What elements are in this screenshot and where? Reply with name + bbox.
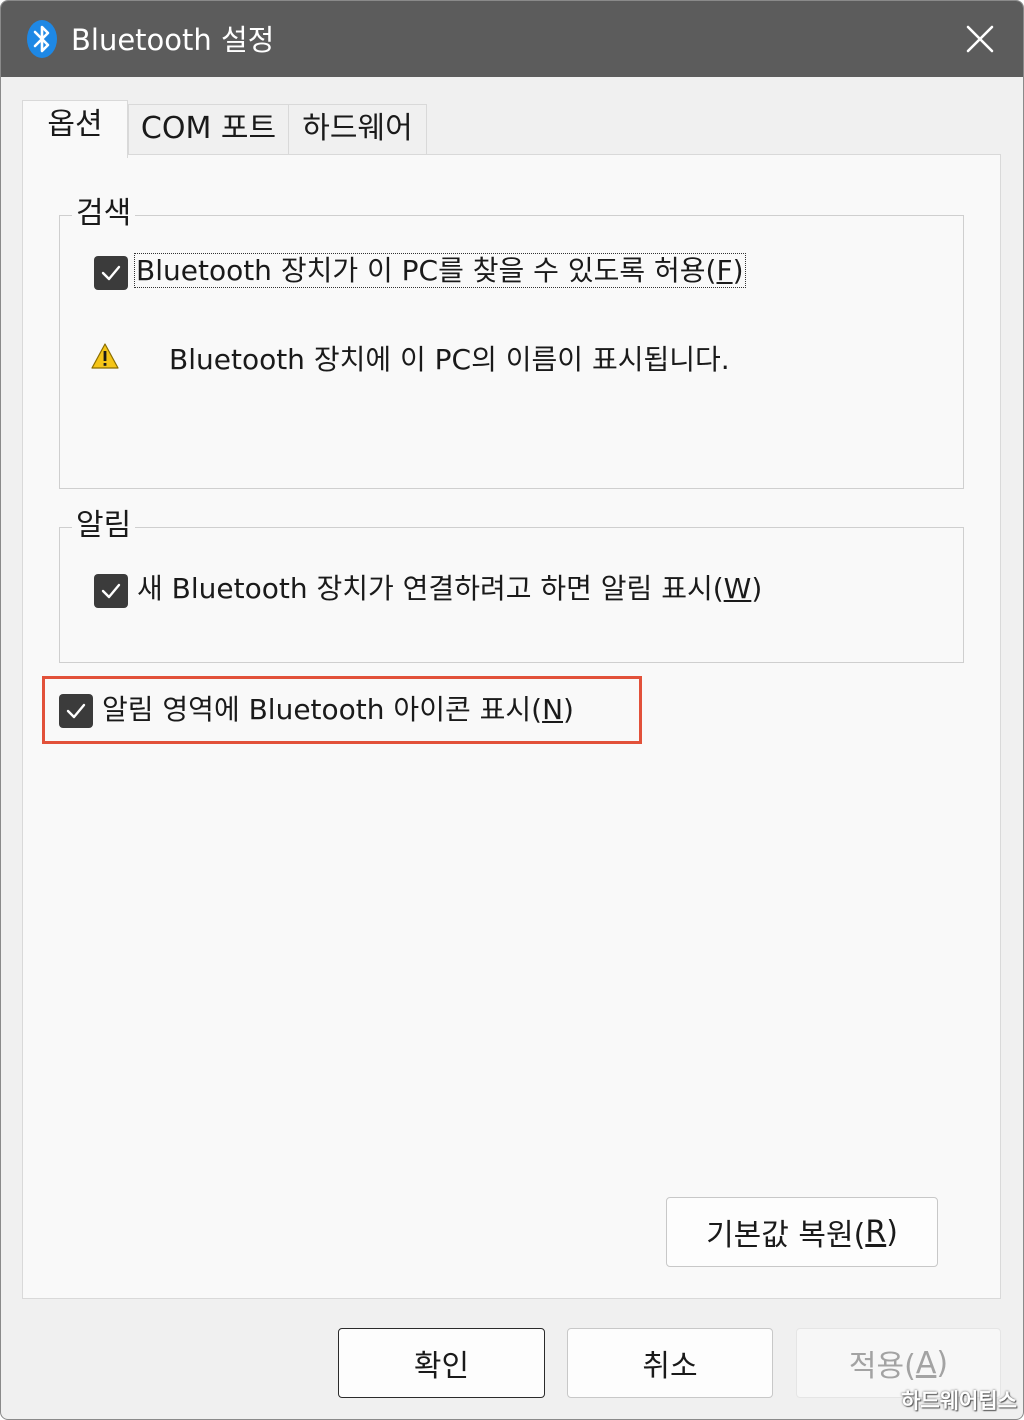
allow-discovery-checkbox[interactable] [94, 256, 128, 290]
warning-icon [91, 343, 119, 369]
checkmark-icon [66, 703, 86, 719]
allow-discovery-label[interactable]: Bluetooth 장치가 이 PC를 찾을 수 있도록 허용(F) [134, 251, 746, 291]
close-button[interactable] [937, 1, 1023, 77]
cancel-button-label: 취소 [642, 1349, 698, 1384]
connection-alert-text: 새 Bluetooth 장치가 연결하려고 하면 알림 표시( [137, 572, 724, 605]
notifications-legend: 알림 [72, 502, 136, 550]
allow-discovery-tail: ) [732, 254, 744, 287]
tray-icon-label[interactable]: 알림 영역에 Bluetooth 아이콘 표시(N) [102, 690, 574, 730]
tab-options-label: 옵션 [47, 107, 103, 142]
title-bar: Bluetooth 설정 [1, 1, 1023, 77]
restore-defaults-tail: ) [886, 1214, 898, 1250]
notifications-group: 알림 새 Bluetooth 장치가 연결하려고 하면 알림 표시(W) [59, 502, 964, 663]
connection-alert-accel: W [723, 572, 752, 605]
tab-hardware[interactable]: 하드웨어 [288, 104, 427, 154]
restore-defaults-button[interactable]: 기본값 복원(R) [666, 1197, 938, 1267]
close-icon [966, 25, 994, 53]
tab-hardware-label: 하드웨어 [302, 111, 413, 146]
restore-defaults-text: 기본값 복원( [706, 1218, 866, 1253]
discovery-group: 검색 Bluetooth 장치가 이 PC를 찾을 수 있도록 허용(F) Bl… [59, 190, 964, 489]
bluetooth-settings-dialog: Bluetooth 설정 옵션 COM 포트 하드웨어 검색 Bluetooth… [0, 0, 1024, 1420]
tray-icon-checkbox[interactable] [59, 694, 93, 728]
bluetooth-icon [27, 20, 57, 58]
apply-button-accel: A [915, 1345, 937, 1381]
checkmark-icon [101, 265, 121, 281]
discovery-legend: 검색 [72, 190, 136, 238]
connection-alert-tail: ) [751, 572, 763, 605]
allow-discovery-accel: F [716, 254, 733, 287]
apply-button-text: 적용( [848, 1349, 916, 1384]
cancel-button[interactable]: 취소 [567, 1328, 773, 1398]
tab-com-port-label: COM 포트 [140, 111, 277, 146]
restore-defaults-accel: R [865, 1214, 887, 1250]
ok-button-label: 확인 [413, 1349, 470, 1384]
allow-discovery-text: Bluetooth 장치가 이 PC를 찾을 수 있도록 허용( [136, 254, 717, 287]
connection-alert-checkbox[interactable] [94, 574, 128, 608]
ok-button[interactable]: 확인 [338, 1328, 545, 1398]
warning-message: Bluetooth 장치에 이 PC의 이름이 표시됩니다. [169, 343, 730, 376]
tab-com-port[interactable]: COM 포트 [128, 104, 289, 154]
window-title: Bluetooth 설정 [71, 23, 275, 57]
tray-icon-accel: N [542, 693, 564, 726]
connection-alert-label[interactable]: 새 Bluetooth 장치가 연결하려고 하면 알림 표시(W) [137, 569, 762, 609]
tray-icon-text: 알림 영역에 Bluetooth 아이콘 표시( [102, 693, 543, 726]
watermark: 하드웨어팁스 [901, 1389, 1017, 1413]
tab-options[interactable]: 옵션 [22, 100, 128, 158]
checkmark-icon [101, 583, 121, 599]
tray-icon-tail: ) [563, 693, 574, 726]
apply-button-tail: ) [936, 1345, 949, 1381]
